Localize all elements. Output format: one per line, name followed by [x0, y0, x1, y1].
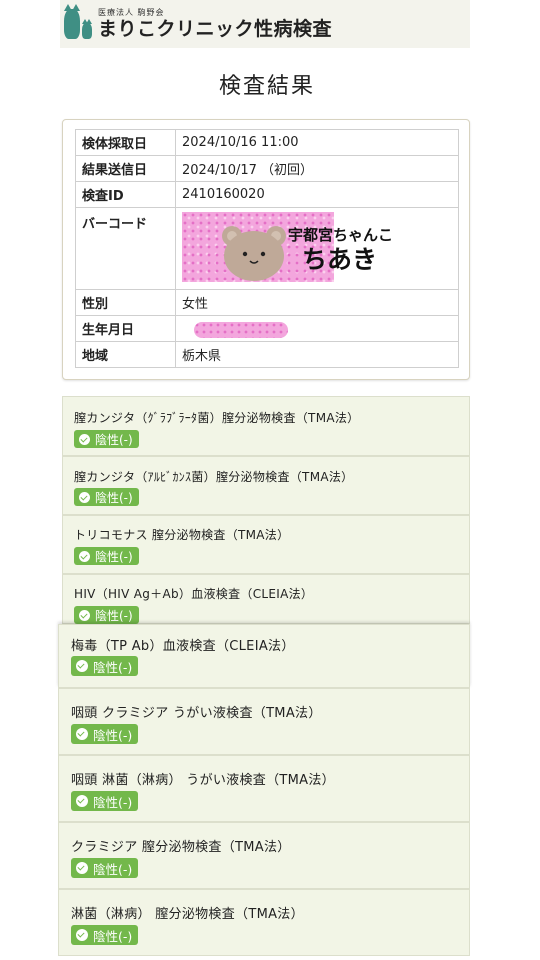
result-badge: 陰性(-)	[74, 430, 139, 448]
sticker-line-2: ちあき	[302, 245, 378, 274]
test-result-item: HIV（HIV Ag＋Ab）血液検査（CLEIA法） 陰性(-)	[62, 574, 470, 624]
test-name: 淋菌（淋病） 膣分泌物検査（TMA法）	[71, 907, 304, 922]
info-row-collection-date: 検体採取日 2024/10/16 11:00	[75, 129, 459, 156]
header-text: 医療法人 駒野会 まりこクリニック性病検査	[98, 8, 332, 40]
sticker-text: 宇都宮ちゃんこ ちあき	[288, 224, 393, 275]
result-label: 陰性(-)	[93, 928, 133, 944]
info-value: 栃木県	[175, 341, 459, 368]
check-circle-icon	[79, 550, 90, 562]
test-result-item: 咽頭 淋菌（淋病） うがい液検査（TMA法） 陰性(-)	[58, 755, 470, 822]
check-circle-icon	[76, 795, 88, 807]
result-label: 陰性(-)	[93, 727, 133, 743]
bear-sticker-icon	[222, 226, 286, 281]
result-badge: 陰性(-)	[74, 606, 139, 624]
result-label: 陰性(-)	[93, 861, 133, 877]
info-label: バーコード	[75, 207, 176, 290]
test-result-item: 咽頭 クラミジア うがい液検査（TMA法） 陰性(-)	[58, 688, 470, 755]
check-circle-icon	[76, 660, 88, 672]
info-row-region: 地域 栃木県	[75, 341, 459, 368]
result-badge: 陰性(-)	[71, 724, 139, 744]
result-label: 陰性(-)	[95, 549, 133, 564]
info-row-test-id: 検査ID 2410160020	[75, 181, 459, 208]
test-name: 膣カンジタ（ｸﾞﾗﾌﾞﾗｰﾀ菌）膣分泌物検査（TMA法）	[74, 411, 360, 425]
result-label: 陰性(-)	[93, 659, 133, 675]
patient-info-table: 検体採取日 2024/10/16 11:00 結果送信日 2024/10/17 …	[75, 129, 459, 368]
info-value	[175, 315, 459, 342]
info-row-birthdate: 生年月日	[75, 315, 459, 342]
test-name: 咽頭 クラミジア うがい液検査（TMA法）	[71, 706, 322, 721]
test-result-item: 梅毒（TP Ab）血液検査（CLEIA法） 陰性(-)	[58, 624, 470, 688]
sticker-line-1: 宇都宮ちゃんこ	[288, 226, 394, 244]
info-value: 2024/10/16 11:00	[175, 129, 459, 156]
info-row-sent-date: 結果送信日 2024/10/17 （初回）	[75, 155, 459, 182]
check-circle-icon	[79, 609, 90, 621]
test-name: トリコモナス 膣分泌物検査（TMA法）	[74, 528, 290, 542]
info-label: 検体採取日	[75, 129, 176, 156]
page-title: 検査結果	[218, 74, 315, 99]
check-circle-icon	[76, 929, 88, 941]
patient-info-card: 検体採取日 2024/10/16 11:00 結果送信日 2024/10/17 …	[62, 119, 470, 380]
org-name: 医療法人 駒野会	[98, 8, 165, 17]
check-circle-icon	[79, 491, 90, 503]
info-value: 2024/10/17 （初回）	[175, 155, 459, 182]
info-label: 生年月日	[75, 315, 176, 342]
barcode-cell: 宇都宮ちゃんこ ちあき	[175, 207, 459, 290]
check-circle-icon	[76, 728, 88, 740]
result-badge: 陰性(-)	[71, 656, 139, 676]
info-row-sex: 性別 女性	[75, 289, 459, 316]
result-badge: 陰性(-)	[71, 858, 139, 878]
result-badge: 陰性(-)	[71, 791, 139, 811]
result-label: 陰性(-)	[93, 794, 133, 810]
test-name: クラミジア 膣分泌物検査（TMA法）	[71, 840, 291, 855]
check-circle-icon	[76, 862, 88, 874]
test-result-item: クラミジア 膣分泌物検査（TMA法） 陰性(-)	[58, 822, 470, 889]
test-name: HIV（HIV Ag＋Ab）血液検査（CLEIA法）	[74, 587, 314, 601]
test-name: 咽頭 淋菌（淋病） うがい液検査（TMA法）	[71, 773, 335, 788]
test-name: 膣カンジタ（ｱﾙﾋﾞｶﾝｽ菌）膣分泌物検査（TMA法）	[74, 470, 354, 484]
result-badge: 陰性(-)	[74, 488, 139, 506]
result-badge: 陰性(-)	[71, 925, 139, 945]
info-row-barcode: バーコード 宇都宮ちゃんこ ちあき	[75, 207, 459, 290]
test-result-item: 膣カンジタ（ｸﾞﾗﾌﾞﾗｰﾀ菌）膣分泌物検査（TMA法） 陰性(-)	[62, 396, 470, 456]
test-name: 梅毒（TP Ab）血液検査（CLEIA法）	[71, 639, 295, 654]
site-header: 医療法人 駒野会 まりこクリニック性病検査	[60, 0, 470, 48]
info-value: 女性	[175, 289, 459, 316]
result-label: 陰性(-)	[95, 432, 133, 447]
info-label: 地域	[75, 341, 176, 368]
redaction-bar	[194, 322, 288, 338]
clinic-title: まりこクリニック性病検査	[98, 18, 333, 40]
result-badge: 陰性(-)	[74, 547, 139, 565]
test-result-item: トリコモナス 膣分泌物検査（TMA法） 陰性(-)	[62, 515, 470, 574]
result-label: 陰性(-)	[95, 490, 133, 505]
info-label: 検査ID	[75, 181, 176, 208]
info-label: 結果送信日	[75, 155, 176, 182]
info-value: 2410160020	[175, 181, 459, 208]
check-circle-icon	[79, 433, 90, 445]
result-label: 陰性(-)	[95, 608, 133, 623]
test-result-item: 膣カンジタ（ｱﾙﾋﾞｶﾝｽ菌）膣分泌物検査（TMA法） 陰性(-)	[62, 456, 470, 515]
cat-logo-icon	[62, 3, 96, 45]
test-result-item: 淋菌（淋病） 膣分泌物検査（TMA法） 陰性(-)	[58, 889, 470, 956]
info-label: 性別	[75, 289, 176, 316]
